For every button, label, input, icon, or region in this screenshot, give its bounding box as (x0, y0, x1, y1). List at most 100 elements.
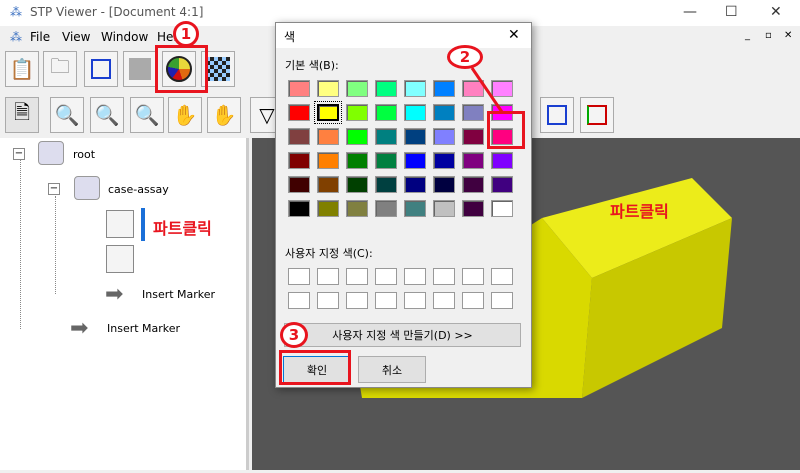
assembly-icon (74, 176, 100, 200)
color-swatch[interactable] (433, 200, 455, 217)
part-click-label: 파트클릭 (153, 219, 212, 238)
model-tree: − root − case-assay 파트클릭 ➡ Insert Marker… (0, 138, 249, 470)
custom-color-swatch[interactable] (462, 268, 484, 285)
custom-color-swatch[interactable] (491, 268, 513, 285)
tree-node-insert-marker[interactable]: Insert Marker (142, 288, 215, 301)
axes-button[interactable] (580, 97, 614, 133)
color-swatch[interactable] (317, 128, 339, 145)
custom-color-swatch[interactable] (288, 292, 310, 309)
color-swatch[interactable] (314, 101, 342, 124)
color-swatch[interactable] (317, 80, 339, 97)
color-swatch[interactable] (317, 152, 339, 169)
color-swatch[interactable] (346, 104, 368, 121)
color-swatch[interactable] (404, 176, 426, 193)
custom-color-swatch[interactable] (346, 268, 368, 285)
color-swatch[interactable] (346, 176, 368, 193)
custom-color-swatch[interactable] (491, 292, 513, 309)
tree-node-root[interactable]: root (73, 148, 95, 161)
zoom-previous-button[interactable]: 🔍 (130, 97, 164, 133)
color-swatch[interactable] (317, 176, 339, 193)
color-swatch[interactable] (288, 200, 310, 217)
color-swatch[interactable] (288, 80, 310, 97)
color-swatch[interactable] (462, 152, 484, 169)
part-icon[interactable] (106, 210, 134, 238)
color-swatch[interactable] (346, 80, 368, 97)
cancel-button[interactable]: 취소 (358, 356, 426, 383)
color-swatch[interactable] (375, 152, 397, 169)
color-swatch[interactable] (375, 80, 397, 97)
custom-color-swatch[interactable] (375, 292, 397, 309)
part-icon[interactable] (106, 245, 134, 273)
color-swatch[interactable] (404, 80, 426, 97)
color-swatch[interactable] (346, 152, 368, 169)
color-swatch[interactable] (433, 152, 455, 169)
custom-color-swatch[interactable] (433, 292, 455, 309)
color-swatch[interactable] (346, 128, 368, 145)
mdi-close[interactable]: ✕ (784, 30, 792, 41)
custom-color-swatch[interactable] (404, 268, 426, 285)
zoom-button[interactable]: 🔍 (50, 97, 84, 133)
dialog-close-button[interactable]: ✕ (508, 27, 520, 43)
maximize-button[interactable]: ☐ (725, 4, 738, 20)
menu-window[interactable]: Window (101, 30, 148, 44)
paste-button[interactable]: 📋 (5, 51, 39, 87)
custom-color-swatch[interactable] (404, 292, 426, 309)
highlight-box-1 (155, 45, 208, 93)
color-swatch[interactable] (491, 152, 513, 169)
tree-node-case-assay[interactable]: case-assay (108, 183, 169, 196)
open-button[interactable]: 🗀 (43, 51, 77, 87)
dialog-title: 색 (284, 30, 296, 44)
color-swatch[interactable] (317, 200, 339, 217)
rotate-button[interactable]: ✋ (207, 97, 241, 133)
minimize-button[interactable]: — (683, 4, 697, 20)
custom-color-swatch[interactable] (433, 268, 455, 285)
color-swatch[interactable] (375, 104, 397, 121)
color-swatch[interactable] (404, 152, 426, 169)
custom-color-swatch[interactable] (462, 292, 484, 309)
tree-line (55, 196, 56, 294)
color-swatch[interactable] (491, 176, 513, 193)
mdi-restore[interactable]: ▫ (765, 30, 772, 41)
color-swatch[interactable] (288, 104, 310, 121)
color-swatch[interactable] (433, 128, 455, 145)
custom-color-swatch[interactable] (317, 268, 339, 285)
wire-cube-icon (91, 59, 111, 79)
custom-color-swatch[interactable] (375, 268, 397, 285)
axis-cube-icon (587, 105, 607, 125)
mdi-minimize[interactable]: _ (745, 30, 750, 41)
custom-color-swatch[interactable] (288, 268, 310, 285)
custom-color-swatch[interactable] (317, 292, 339, 309)
color-swatch[interactable] (375, 200, 397, 217)
collapse-assembly[interactable]: − (48, 183, 60, 195)
color-swatch[interactable] (375, 176, 397, 193)
view-iso-button[interactable] (540, 97, 574, 133)
color-swatch[interactable] (288, 176, 310, 193)
color-swatch[interactable] (404, 200, 426, 217)
solid-button[interactable] (123, 51, 157, 87)
basic-colors-label: 기본 색(B): (285, 59, 339, 72)
menu-view[interactable]: View (62, 30, 90, 44)
custom-color-swatch[interactable] (346, 292, 368, 309)
color-swatch[interactable] (433, 104, 455, 121)
color-swatch[interactable] (462, 128, 484, 145)
color-swatch[interactable] (404, 128, 426, 145)
zoom-window-button[interactable]: 🔍 (90, 97, 124, 133)
tree-view-button[interactable]: 🗎 (5, 97, 39, 133)
tree-node-insert-marker[interactable]: Insert Marker (107, 322, 180, 335)
color-swatch[interactable] (462, 176, 484, 193)
color-swatch[interactable] (462, 200, 484, 217)
color-swatch[interactable] (375, 128, 397, 145)
define-custom-colors-button[interactable]: 사용자 지정 색 만들기(D) >> (284, 323, 521, 347)
color-swatch[interactable] (491, 200, 513, 217)
wireframe-button[interactable] (84, 51, 118, 87)
color-swatch[interactable] (288, 152, 310, 169)
collapse-root[interactable]: − (13, 148, 25, 160)
color-swatch[interactable] (433, 80, 455, 97)
close-button[interactable]: ✕ (770, 4, 782, 20)
color-swatch[interactable] (404, 104, 426, 121)
color-swatch[interactable] (433, 176, 455, 193)
color-swatch[interactable] (288, 128, 310, 145)
color-swatch[interactable] (346, 200, 368, 217)
menu-file[interactable]: File (30, 30, 50, 44)
pan-button[interactable]: ✋ (168, 97, 202, 133)
